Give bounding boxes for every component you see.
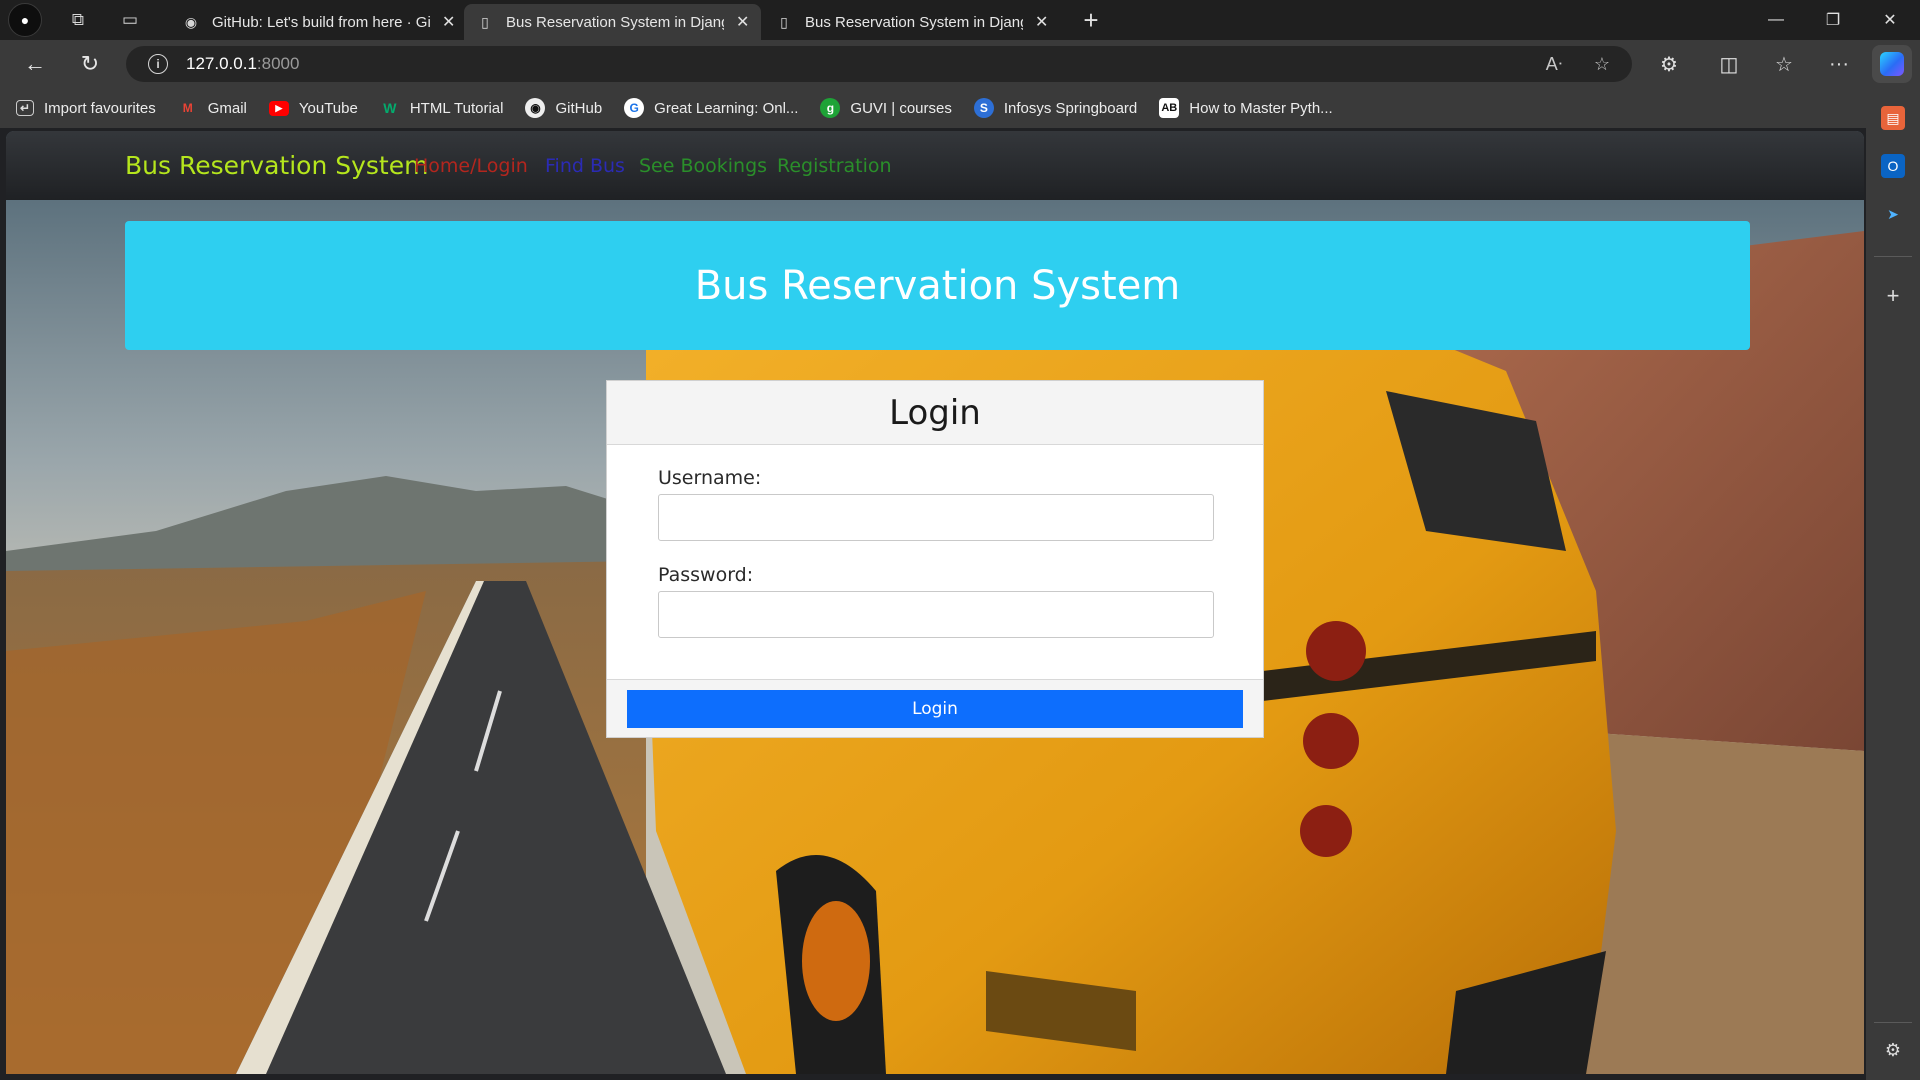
login-title: Login [889,392,981,433]
close-icon[interactable]: ✕ [736,12,749,32]
tab-title: Bus Reservation System in Django [506,13,724,31]
tab-github[interactable]: ◉ GitHub: Let's build from here · GitHub… [170,4,467,40]
youtube-icon: ▶ [268,100,289,116]
read-aloud-icon[interactable]: Aᐧ [1536,46,1572,82]
github-icon: ◉ [525,98,546,118]
site-brand[interactable]: Bus Reservation System [125,151,428,180]
tab-title: GitHub: Let's build from here · GitHub [212,13,430,31]
close-icon[interactable]: ✕ [442,12,455,32]
split-screen-icon[interactable]: ◫ [1712,47,1746,81]
more-menu-icon[interactable]: ··· [1822,47,1856,81]
copilot-button[interactable] [1872,45,1912,83]
close-icon[interactable]: ✕ [1035,12,1048,32]
bookmark-label: Import favourites [44,99,156,117]
page-icon: ▯ [780,13,788,30]
sidebar-divider [1874,1022,1912,1023]
hero-title: Bus Reservation System [694,262,1181,309]
tab-actions-icon[interactable]: ▭ [110,0,150,40]
send-icon[interactable]: ➤ [1881,202,1905,226]
bookmark-label: Gmail [207,99,247,117]
sidebar-divider [1874,256,1912,257]
w3schools-icon: W [383,100,397,116]
restore-button[interactable]: ❐ [1805,0,1861,40]
extensions-icon[interactable]: ⚙ [1652,47,1686,81]
workspaces-icon[interactable]: ⧉ [58,0,98,40]
copilot-icon [1880,52,1904,76]
toolbox-icon[interactable]: ▤ [1881,106,1905,130]
bookmark-label: GUVI | courses [850,99,952,117]
url-text: 127.0.0.1:8000 [186,54,299,74]
bookmark-label: Infosys Springboard [1003,99,1138,117]
bookmark-label: YouTube [298,99,358,117]
login-card-footer: Login [607,679,1263,737]
hero-banner: Bus Reservation System [125,221,1750,350]
bookmark-label: How to Master Pyth... [1189,99,1333,117]
tab-bus-reservation-active[interactable]: ▯ Bus Reservation System in Django ✕ [464,4,762,40]
url-host: 127.0.0.1 [186,54,257,73]
ab-icon: AB [1159,98,1180,118]
bookmark-gmail[interactable]: M Gmail [178,98,247,118]
username-input[interactable] [658,494,1214,541]
nav-home-login[interactable]: Home/Login [414,155,528,177]
browser-tab-strip: ● ⧉ ▭ ◉ GitHub: Let's build from here · … [0,0,1920,40]
login-card: Login Username: Password: Login [606,380,1264,738]
infosys-icon: S [973,98,994,118]
site-info-icon[interactable]: i [148,54,168,74]
password-label: Password: [658,564,754,586]
bookmark-youtube[interactable]: ▶ YouTube [268,99,358,117]
github-icon: ◉ [184,13,198,30]
login-card-header: Login [607,381,1263,445]
bookmark-infosys-springboard[interactable]: S Infosys Springboard [973,98,1138,118]
settings-gear-icon[interactable]: ⚙ [1881,1038,1905,1062]
page-viewport: Bus Reservation System Home/Login Find B… [6,131,1864,1074]
login-button[interactable]: Login [627,690,1243,728]
bookmark-import-favourites[interactable]: ↵ Import favourites [16,100,156,117]
address-toolbar: ← ↻ i 127.0.0.1:8000 Aᐧ ☆ ⚙ ◫ ☆ ··· [0,40,1920,88]
great-learning-icon: G [624,98,645,118]
username-label: Username: [658,467,762,489]
nav-registration[interactable]: Registration [777,155,892,177]
favorites-bar: ↵ Import favourites M Gmail ▶ YouTube W … [0,88,1920,128]
guvi-icon: g [820,98,841,118]
site-navbar: Bus Reservation System Home/Login Find B… [6,131,1864,200]
bookmark-master-python[interactable]: AB How to Master Pyth... [1159,98,1333,118]
password-input[interactable] [658,591,1214,638]
new-tab-button[interactable]: + [1075,4,1107,36]
tab-bus-reservation[interactable]: ▯ Bus Reservation System in Django ✕ [763,4,1060,40]
bookmark-label: Great Learning: Onl... [654,99,799,117]
bookmark-great-learning[interactable]: G Great Learning: Onl... [624,98,798,118]
bookmark-github[interactable]: ◉ GitHub [525,98,602,118]
bookmark-guvi[interactable]: g GUVI | courses [820,98,952,118]
profile-avatar[interactable]: ● [8,3,42,37]
bookmark-label: GitHub [555,99,603,117]
address-bar[interactable]: i 127.0.0.1:8000 Aᐧ ☆ [126,46,1632,82]
nav-see-bookings[interactable]: See Bookings [639,155,767,177]
page-icon: ▯ [481,13,489,30]
add-icon[interactable]: + [1881,283,1905,308]
url-port: :8000 [256,54,300,73]
outlook-icon[interactable]: O [1881,154,1905,178]
edge-sidebar: ▤ O ➤ + ⚙ [1866,88,1920,1080]
bookmark-html-tutorial[interactable]: W HTML Tutorial [380,98,504,118]
nav-find-bus[interactable]: Find Bus [545,155,625,177]
gmail-icon: M [182,101,193,115]
import-icon: ↵ [16,100,34,116]
back-button[interactable]: ← [18,47,52,81]
minimize-button[interactable]: — [1748,0,1804,40]
refresh-button[interactable]: ↻ [73,47,107,81]
window-close-button[interactable]: ✕ [1862,0,1918,40]
tab-title: Bus Reservation System in Django [805,13,1023,31]
favorites-icon[interactable]: ☆ [1767,47,1801,81]
favorite-star-icon[interactable]: ☆ [1584,46,1620,82]
bookmark-label: HTML Tutorial [409,99,504,117]
